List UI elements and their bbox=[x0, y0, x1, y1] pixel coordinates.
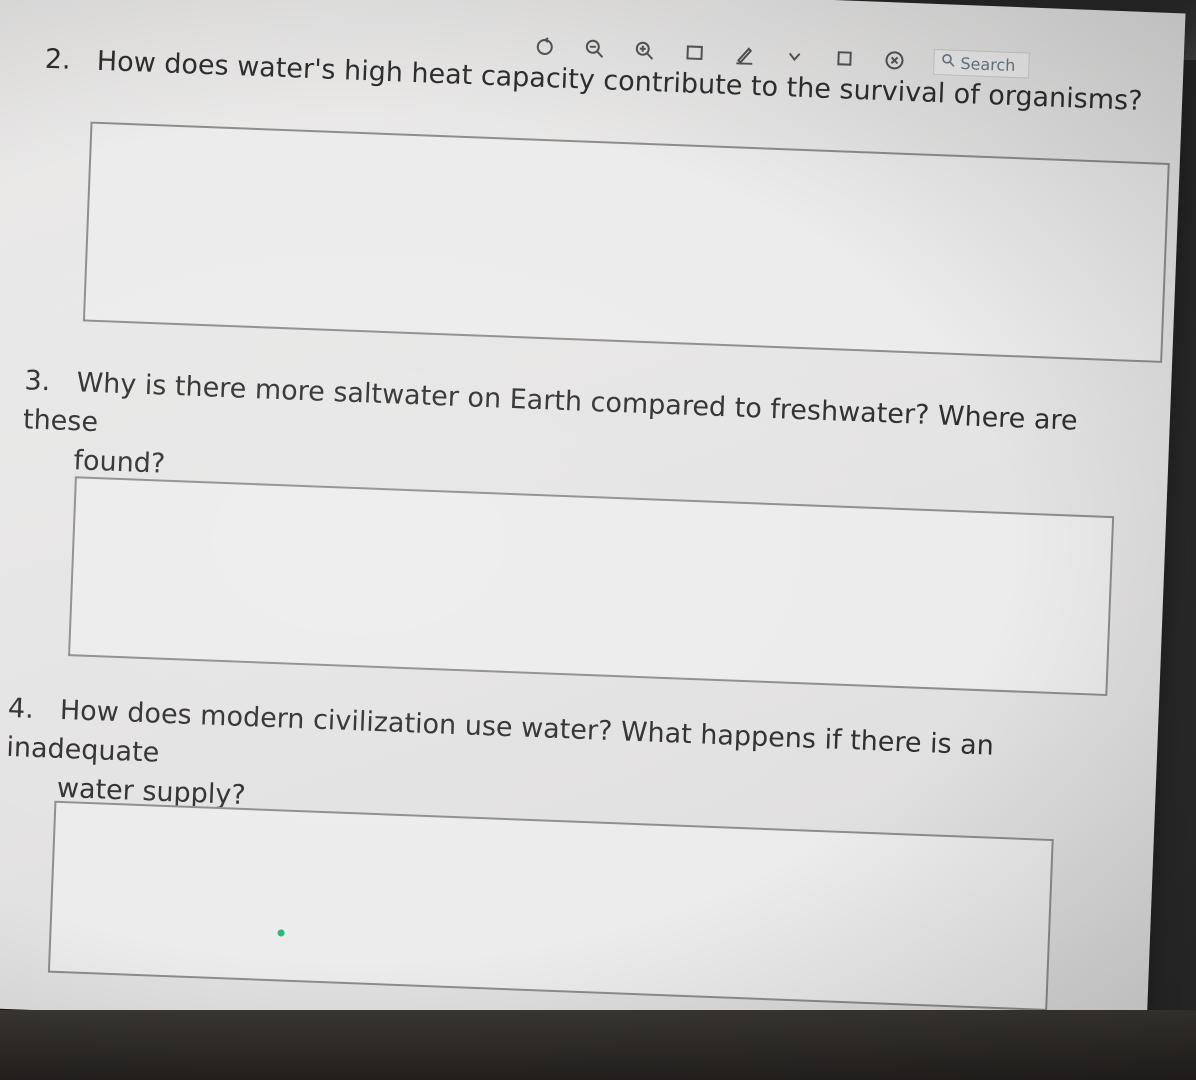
question-text-line1: Why is there more saltwater on Earth com… bbox=[22, 367, 1079, 439]
zoom-out-icon[interactable] bbox=[583, 37, 606, 60]
question-number: 3. bbox=[23, 365, 51, 398]
answer-box-2[interactable] bbox=[82, 121, 1170, 363]
square-icon[interactable] bbox=[833, 47, 856, 70]
chevron-down-icon[interactable] bbox=[783, 45, 806, 68]
close-circle-icon[interactable] bbox=[883, 49, 906, 72]
rotate-icon[interactable] bbox=[533, 36, 556, 59]
photo-frame: 2.How does water's high heat capacity co… bbox=[0, 0, 1196, 1080]
question-number: 4. bbox=[7, 692, 35, 725]
answer-box-3[interactable] bbox=[68, 476, 1115, 697]
question-text-line1: How does modern civilization use water? … bbox=[5, 694, 995, 769]
zoom-in-icon[interactable] bbox=[633, 39, 656, 62]
pen-icon[interactable] bbox=[733, 43, 756, 66]
search-icon bbox=[940, 52, 957, 73]
search-input[interactable] bbox=[960, 53, 1023, 75]
question-number: 2. bbox=[44, 43, 72, 76]
page-icon[interactable] bbox=[683, 41, 706, 64]
worksheet-page: 2.How does water's high heat capacity co… bbox=[0, 0, 1186, 1053]
monitor-bezel-bottom bbox=[0, 1010, 1196, 1080]
